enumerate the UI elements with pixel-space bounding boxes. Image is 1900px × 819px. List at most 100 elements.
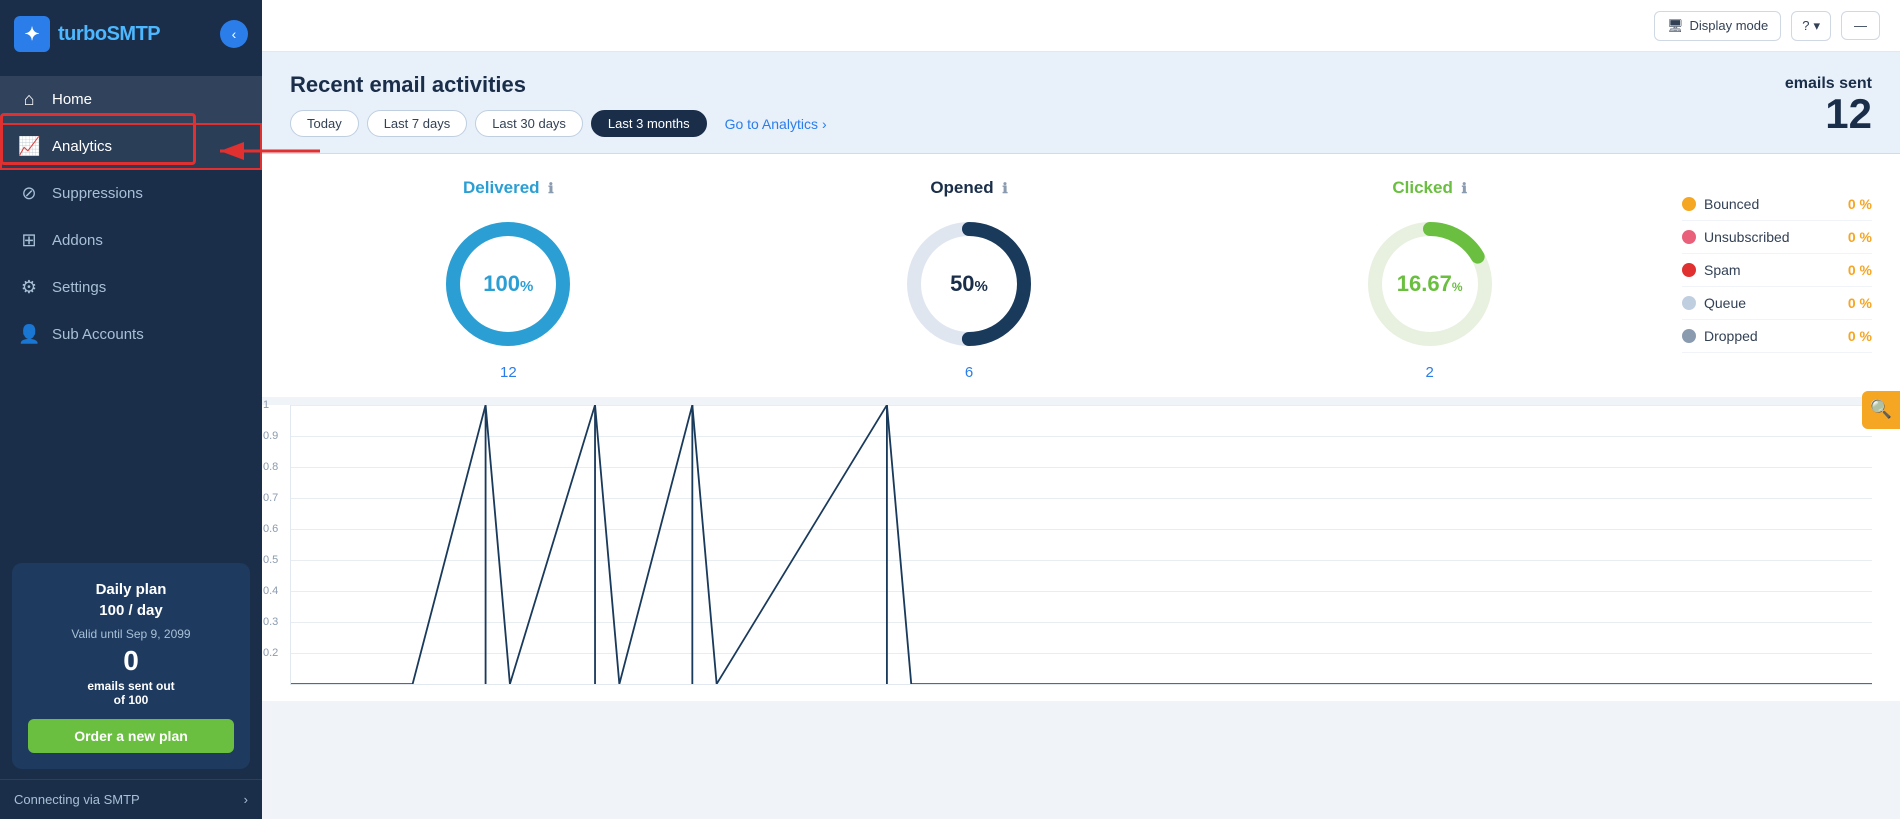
- unsubscribed-pct: 0 %: [1848, 229, 1872, 245]
- delivered-info-icon[interactable]: ℹ: [548, 180, 553, 196]
- spam-pct: 0 %: [1848, 262, 1872, 278]
- y-label-5: 0.6: [263, 523, 278, 535]
- subaccounts-icon: 👤: [18, 324, 40, 345]
- home-icon: ⌂: [18, 89, 40, 110]
- queue-label: Queue: [1704, 295, 1746, 311]
- plan-sub-label: emails sent out of 100: [28, 679, 234, 707]
- sidebar-item-addons[interactable]: ⊞ Addons: [0, 217, 262, 264]
- spam-label: Spam: [1704, 262, 1741, 278]
- plan-title: Daily plan 100 / day: [28, 579, 234, 621]
- opened-pct: 50%: [950, 271, 988, 297]
- legend-bounced: Bounced 0 %: [1682, 188, 1872, 221]
- clicked-donut: 16.67%: [1360, 214, 1500, 354]
- clicked-pct: 16.67%: [1397, 271, 1463, 297]
- bounced-pct: 0 %: [1848, 196, 1872, 212]
- filter-tabs: Today Last 7 days Last 30 days Last 3 mo…: [290, 110, 827, 137]
- legend-dropped: Dropped 0 %: [1682, 320, 1872, 353]
- legend-queue: Queue 0 %: [1682, 287, 1872, 320]
- queue-pct: 0 %: [1848, 295, 1872, 311]
- y-label-8: 0.3: [263, 616, 278, 628]
- legend-panel: Bounced 0 % Unsubscribed 0 % Spam: [1672, 178, 1872, 353]
- y-label-7: 0.4: [263, 585, 278, 597]
- chart-svg: [291, 405, 1872, 684]
- stat-card-clicked: Clicked ℹ 16.67% 2: [1211, 178, 1648, 381]
- y-label-1: 1: [263, 399, 269, 411]
- sidebar-toggle[interactable]: ‹: [220, 20, 248, 48]
- content-area: Recent email activities Today Last 7 day…: [262, 52, 1900, 819]
- y-label-2: 0.9: [263, 430, 278, 442]
- stat-card-opened: Opened ℹ 50% 6: [751, 178, 1188, 381]
- chevron-right-icon: ›: [822, 116, 827, 132]
- delivered-count: 12: [290, 364, 727, 381]
- sidebar-header: ✦ turboSMTP ‹: [0, 0, 262, 68]
- dropped-dot: [1682, 329, 1696, 343]
- stat-card-delivered: Delivered ℹ 100% 12: [290, 178, 727, 381]
- tab-today[interactable]: Today: [290, 110, 359, 137]
- unsubscribed-dot: [1682, 230, 1696, 244]
- sidebar: ✦ turboSMTP ‹ ⌂ Home 📈 Analytics ⊘ Suppr…: [0, 0, 262, 819]
- delivered-donut: 100%: [438, 214, 578, 354]
- y-label-9: 0.2: [263, 647, 278, 659]
- sidebar-item-analytics[interactable]: 📈 Analytics: [0, 123, 262, 170]
- monitor-icon: 🖥: [1667, 18, 1684, 34]
- y-label-4: 0.7: [263, 492, 278, 504]
- queue-dot: [1682, 296, 1696, 310]
- legend-spam: Spam 0 %: [1682, 254, 1872, 287]
- logo-icon: ✦: [14, 16, 50, 52]
- float-help-button[interactable]: 🔍: [1862, 391, 1900, 429]
- logo-area: ✦ turboSMTP: [14, 16, 160, 52]
- analytics-header-left: Recent email activities Today Last 7 day…: [290, 72, 827, 137]
- legend-unsubscribed: Unsubscribed 0 %: [1682, 221, 1872, 254]
- sidebar-item-settings[interactable]: ⚙ Settings: [0, 264, 262, 311]
- stats-section: Delivered ℹ 100% 12 Opened: [262, 154, 1900, 397]
- sidebar-item-label: Analytics: [52, 138, 112, 155]
- sidebar-item-label: Suppressions: [52, 185, 143, 202]
- help-button[interactable]: ? ▾: [1791, 11, 1831, 41]
- chart-area: 1 0.9 0.8 0.7 0.6 0.5 0.4 0.3 0.2: [262, 405, 1900, 701]
- user-menu-button[interactable]: —: [1841, 11, 1880, 40]
- bounced-dot: [1682, 197, 1696, 211]
- order-plan-button[interactable]: Order a new plan: [28, 719, 234, 753]
- main-content: 🖥 Display mode ? ▾ — Recent email activi…: [262, 0, 1900, 819]
- chevron-right-icon: ›: [244, 792, 248, 807]
- sidebar-item-suppressions[interactable]: ⊘ Suppressions: [0, 170, 262, 217]
- dropped-label: Dropped: [1704, 328, 1758, 344]
- analytics-header: Recent email activities Today Last 7 day…: [262, 52, 1900, 154]
- chart-grid: 1 0.9 0.8 0.7 0.6 0.5 0.4 0.3 0.2: [290, 405, 1872, 685]
- analytics-icon: 📈: [18, 136, 40, 157]
- delivered-label: Delivered ℹ: [290, 178, 727, 198]
- analytics-header-right: emails sent 12: [1785, 75, 1872, 135]
- spam-dot: [1682, 263, 1696, 277]
- opened-info-icon[interactable]: ℹ: [1002, 180, 1007, 196]
- opened-label: Opened ℹ: [751, 178, 1188, 198]
- tab-last3months[interactable]: Last 3 months: [591, 110, 707, 137]
- delivered-pct: 100%: [483, 271, 533, 297]
- tab-last7days[interactable]: Last 7 days: [367, 110, 468, 137]
- y-label-3: 0.8: [263, 461, 278, 473]
- sidebar-item-label: Sub Accounts: [52, 326, 144, 343]
- sidebar-item-label: Addons: [52, 232, 103, 249]
- y-label-6: 0.5: [263, 554, 278, 566]
- bounced-label: Bounced: [1704, 196, 1759, 212]
- settings-icon: ⚙: [18, 277, 40, 298]
- display-mode-button[interactable]: 🖥 Display mode: [1654, 11, 1781, 41]
- topbar: 🖥 Display mode ? ▾ —: [262, 0, 1900, 52]
- clicked-count: 2: [1211, 364, 1648, 381]
- smtp-label: Connecting via SMTP: [14, 792, 140, 807]
- tab-last30days[interactable]: Last 30 days: [475, 110, 583, 137]
- suppressions-icon: ⊘: [18, 183, 40, 204]
- plan-valid-date: Valid until Sep 9, 2099: [28, 627, 234, 641]
- addons-icon: ⊞: [18, 230, 40, 251]
- chevron-down-icon: ▾: [1813, 18, 1820, 34]
- clicked-label: Clicked ℹ: [1211, 178, 1648, 198]
- logo-text: turboSMTP: [58, 23, 160, 46]
- sidebar-item-home[interactable]: ⌂ Home: [0, 76, 262, 123]
- sidebar-item-subaccounts[interactable]: 👤 Sub Accounts: [0, 311, 262, 358]
- sidebar-footer[interactable]: Connecting via SMTP ›: [0, 779, 262, 819]
- go-to-analytics-link[interactable]: Go to Analytics ›: [725, 116, 827, 132]
- plan-card: Daily plan 100 / day Valid until Sep 9, …: [12, 563, 250, 769]
- sidebar-item-label: Home: [52, 91, 92, 108]
- emails-sent-count: 12: [1785, 93, 1872, 135]
- plan-count: 0: [28, 645, 234, 677]
- clicked-info-icon[interactable]: ℹ: [1462, 180, 1467, 196]
